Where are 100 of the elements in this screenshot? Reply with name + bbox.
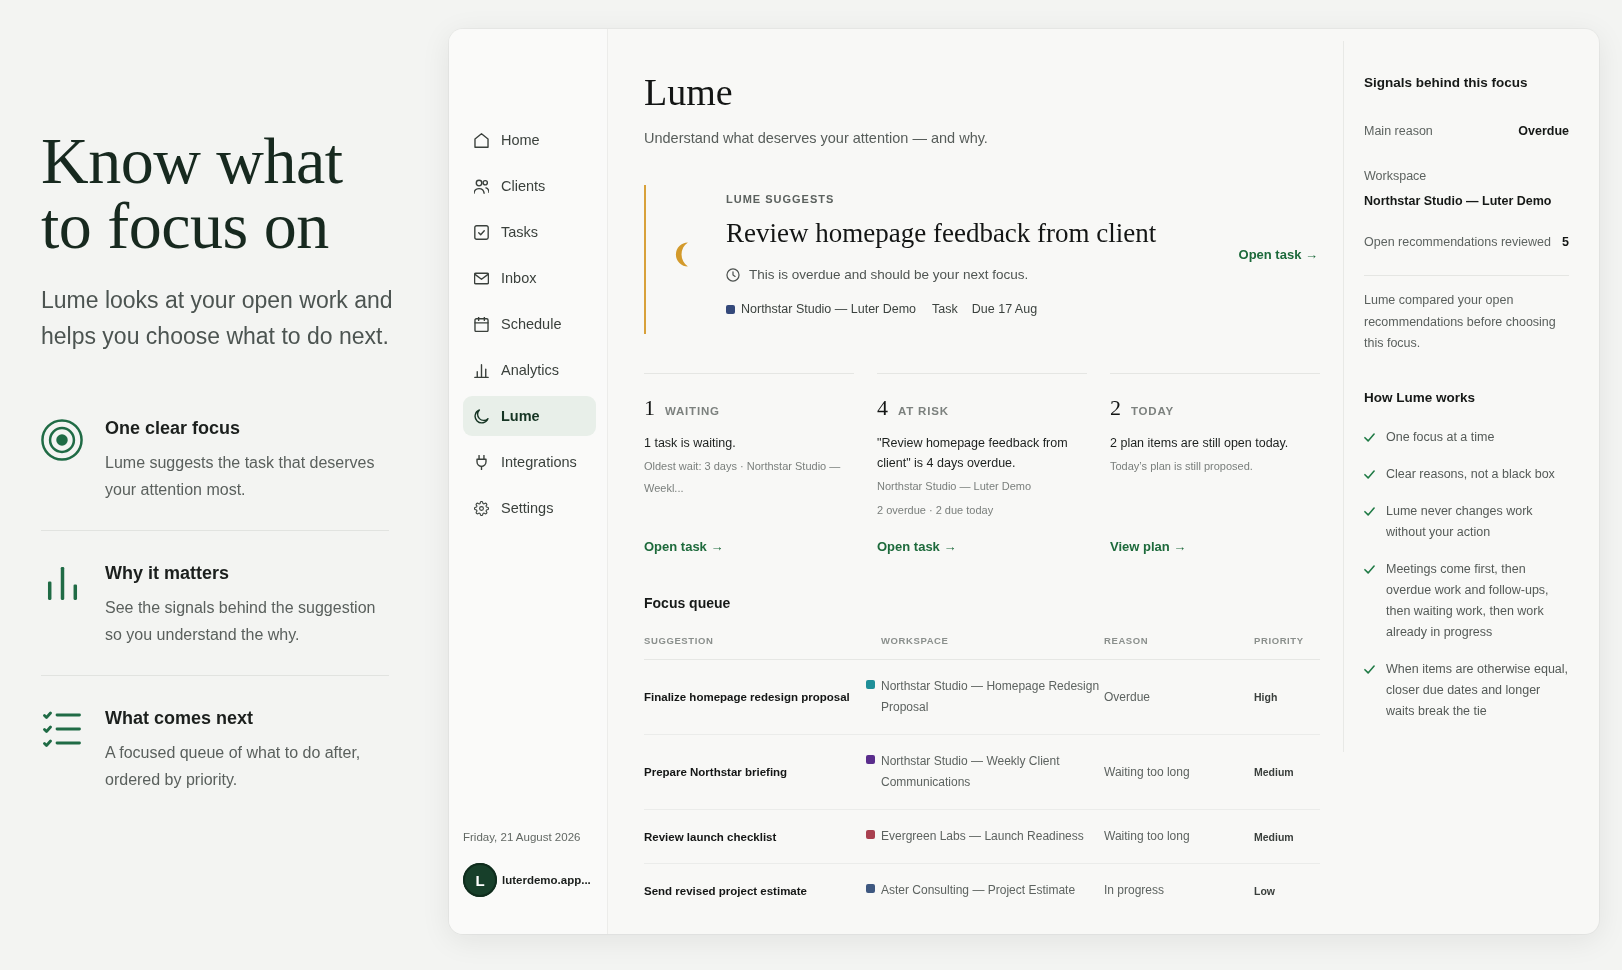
stat-detail: Northstar Studio — Luter Demo: [877, 479, 1032, 494]
stat-count: 4: [877, 396, 888, 420]
workspace-swatch-icon: [726, 304, 735, 314]
table-cell-text: Medium: [1254, 829, 1294, 845]
table-cell-text: Review launch checklist: [644, 829, 777, 845]
feature-title: What comes next: [105, 707, 255, 730]
stat-detail: Oldest wait: 3 days · Northstar Studio — Weekl...: [644, 459, 842, 496]
item-type: Task: [932, 301, 958, 318]
page-subtitle: Understand what deserves your attention — and why.: [644, 129, 989, 148]
table-cell-text: Waiting too long: [1104, 763, 1190, 781]
moon-icon: [675, 242, 689, 267]
nav-item[interactable]: Inbox: [463, 258, 596, 298]
table-cell-text: Finalize homepage redesign proposal: [644, 690, 850, 705]
calendar-icon: [474, 316, 489, 332]
stat-detail: Today’s plan is still proposed.: [1110, 459, 1253, 474]
plug-icon: [474, 454, 489, 470]
workspace-name: Northstar Studio — Luter Demo: [741, 301, 917, 318]
stat-summary: 2 plan items are still open today.: [1110, 435, 1289, 452]
table-cell-text: High: [1254, 690, 1278, 705]
table-cell-text: Aster Consulting — Project Estimate: [881, 882, 1076, 899]
account-menu[interactable]: L luterdemo.app...: [463, 863, 596, 897]
feature-description: A focused queue of what to do after, ordered by priority.: [105, 743, 362, 790]
clock-icon: [726, 268, 740, 282]
principle-text: One focus at a time: [1386, 428, 1495, 446]
current-date: Friday, 21 August 2026: [463, 830, 582, 845]
column-header: PRIORITY: [1254, 634, 1304, 648]
action-link[interactable]: View plan →: [1110, 537, 1187, 557]
nav-item[interactable]: Home: [463, 120, 596, 160]
people-icon: [474, 178, 489, 194]
stat-summary: 1 task is waiting.: [644, 435, 736, 452]
stat-count: 1: [644, 396, 655, 420]
fact-label: Workspace: [1364, 168, 1428, 185]
feature-title: Why it matters: [105, 562, 231, 585]
nav-item[interactable]: Analytics: [463, 350, 596, 390]
stat-summary: "Review homepage feedback from client" is 4 days overdue.: [877, 435, 1069, 472]
checked-box-icon: [474, 224, 489, 240]
suggestion-eyebrow: LUME SUGGESTS: [726, 192, 836, 207]
suggestion-title: Review homepage feedback from client: [726, 217, 1157, 250]
check-icon: [1364, 506, 1375, 516]
table-cell-text: Evergreen Labs — Launch Readiness: [881, 828, 1084, 845]
panel-title: How Lume works: [1364, 388, 1477, 407]
table-cell-text: Prepare Northstar briefing: [644, 765, 788, 780]
hero-subtitle: Lume looks at your open work and helps you choose what to do next.: [41, 286, 394, 351]
stat-detail: 2 overdue · 2 due today: [877, 503, 994, 518]
avatar-initial: L: [463, 863, 497, 897]
action-link[interactable]: Open task →: [877, 537, 957, 557]
moon-icon: [474, 408, 489, 424]
check-icon: [1364, 564, 1375, 574]
feature-description: Lume suggests the task that deserves your attention most.: [105, 453, 376, 500]
panel-title: Signals behind this focus: [1364, 74, 1529, 92]
check-icon: [1364, 469, 1375, 479]
bar-chart-icon: [47, 567, 78, 600]
column-header: REASON: [1104, 634, 1149, 648]
open-task-link[interactable]: Open task →: [1238, 244, 1318, 265]
fact-value: Northstar Studio — Luter Demo: [1364, 193, 1553, 210]
column-header: SUGGESTION: [644, 634, 714, 648]
nav-item[interactable]: Clients: [463, 166, 596, 206]
panel-note: Lume compared your open recommendations before choosing this focus.: [1364, 292, 1557, 352]
settings-icon: [474, 500, 489, 516]
bar-chart-icon: [474, 362, 489, 378]
check-icon: [1364, 664, 1375, 674]
column-header: WORKSPACE: [881, 634, 949, 648]
principle-text: When items are otherwise equal, closer due dates and longer waits break the tie: [1386, 660, 1569, 720]
nav-item[interactable]: Tasks: [463, 212, 596, 252]
check-icon: [1364, 432, 1375, 442]
page-title: Lume: [644, 70, 734, 114]
action-link[interactable]: Open task →: [644, 537, 724, 557]
stat-count: 2: [1110, 396, 1121, 420]
stat-label: WAITING: [665, 404, 720, 419]
stat-label: TODAY: [1131, 404, 1174, 419]
suggestion-reason: This is overdue and should be your next focus.: [749, 266, 1029, 284]
table-cell-text: Medium: [1254, 765, 1294, 780]
envelope-icon: [474, 270, 489, 286]
hero-heading: Know what to focus on: [41, 128, 344, 258]
nav-item[interactable]: Lume: [463, 396, 596, 436]
table-cell-text: In progress: [1104, 882, 1165, 899]
section-title: Focus queue: [644, 594, 732, 613]
principle-text: Meetings come first, then overdue work and follow-ups, then waiting work, then work already in progress: [1386, 560, 1550, 641]
table-cell-text: Overdue: [1104, 688, 1151, 706]
table-cell-text: Low: [1254, 883, 1275, 899]
table-cell-text: Northstar Studio — Weekly Client Communications: [881, 753, 1061, 791]
checklist-icon: [43, 711, 81, 747]
feature-title: One clear focus: [105, 417, 242, 440]
fact-label: Main reason: [1364, 123, 1433, 140]
fact-label: Open recommendations reviewed: [1364, 234, 1551, 251]
stat-label: AT RISK: [898, 404, 949, 419]
fact-value: 5: [1562, 234, 1569, 251]
nav-item[interactable]: Settings: [463, 488, 596, 528]
nav-item[interactable]: Integrations: [463, 442, 596, 482]
target-icon: [41, 419, 83, 461]
home-icon: [474, 132, 489, 148]
table-cell-text: Northstar Studio — Homepage Redesign Proposal: [881, 678, 1101, 716]
principle-text: Lume never changes work without your action: [1386, 502, 1534, 541]
account-name: luterdemo.app...: [502, 874, 591, 886]
fact-value: Overdue: [1518, 123, 1569, 140]
due-date: Due 17 Aug: [971, 301, 1038, 318]
feature-description: See the signals behind the suggestion so you understand the why.: [105, 598, 377, 645]
nav-item[interactable]: Schedule: [463, 304, 596, 344]
principle-text: Clear reasons, not a black box: [1386, 465, 1555, 483]
table-cell-text: Send revised project estimate: [644, 883, 807, 899]
